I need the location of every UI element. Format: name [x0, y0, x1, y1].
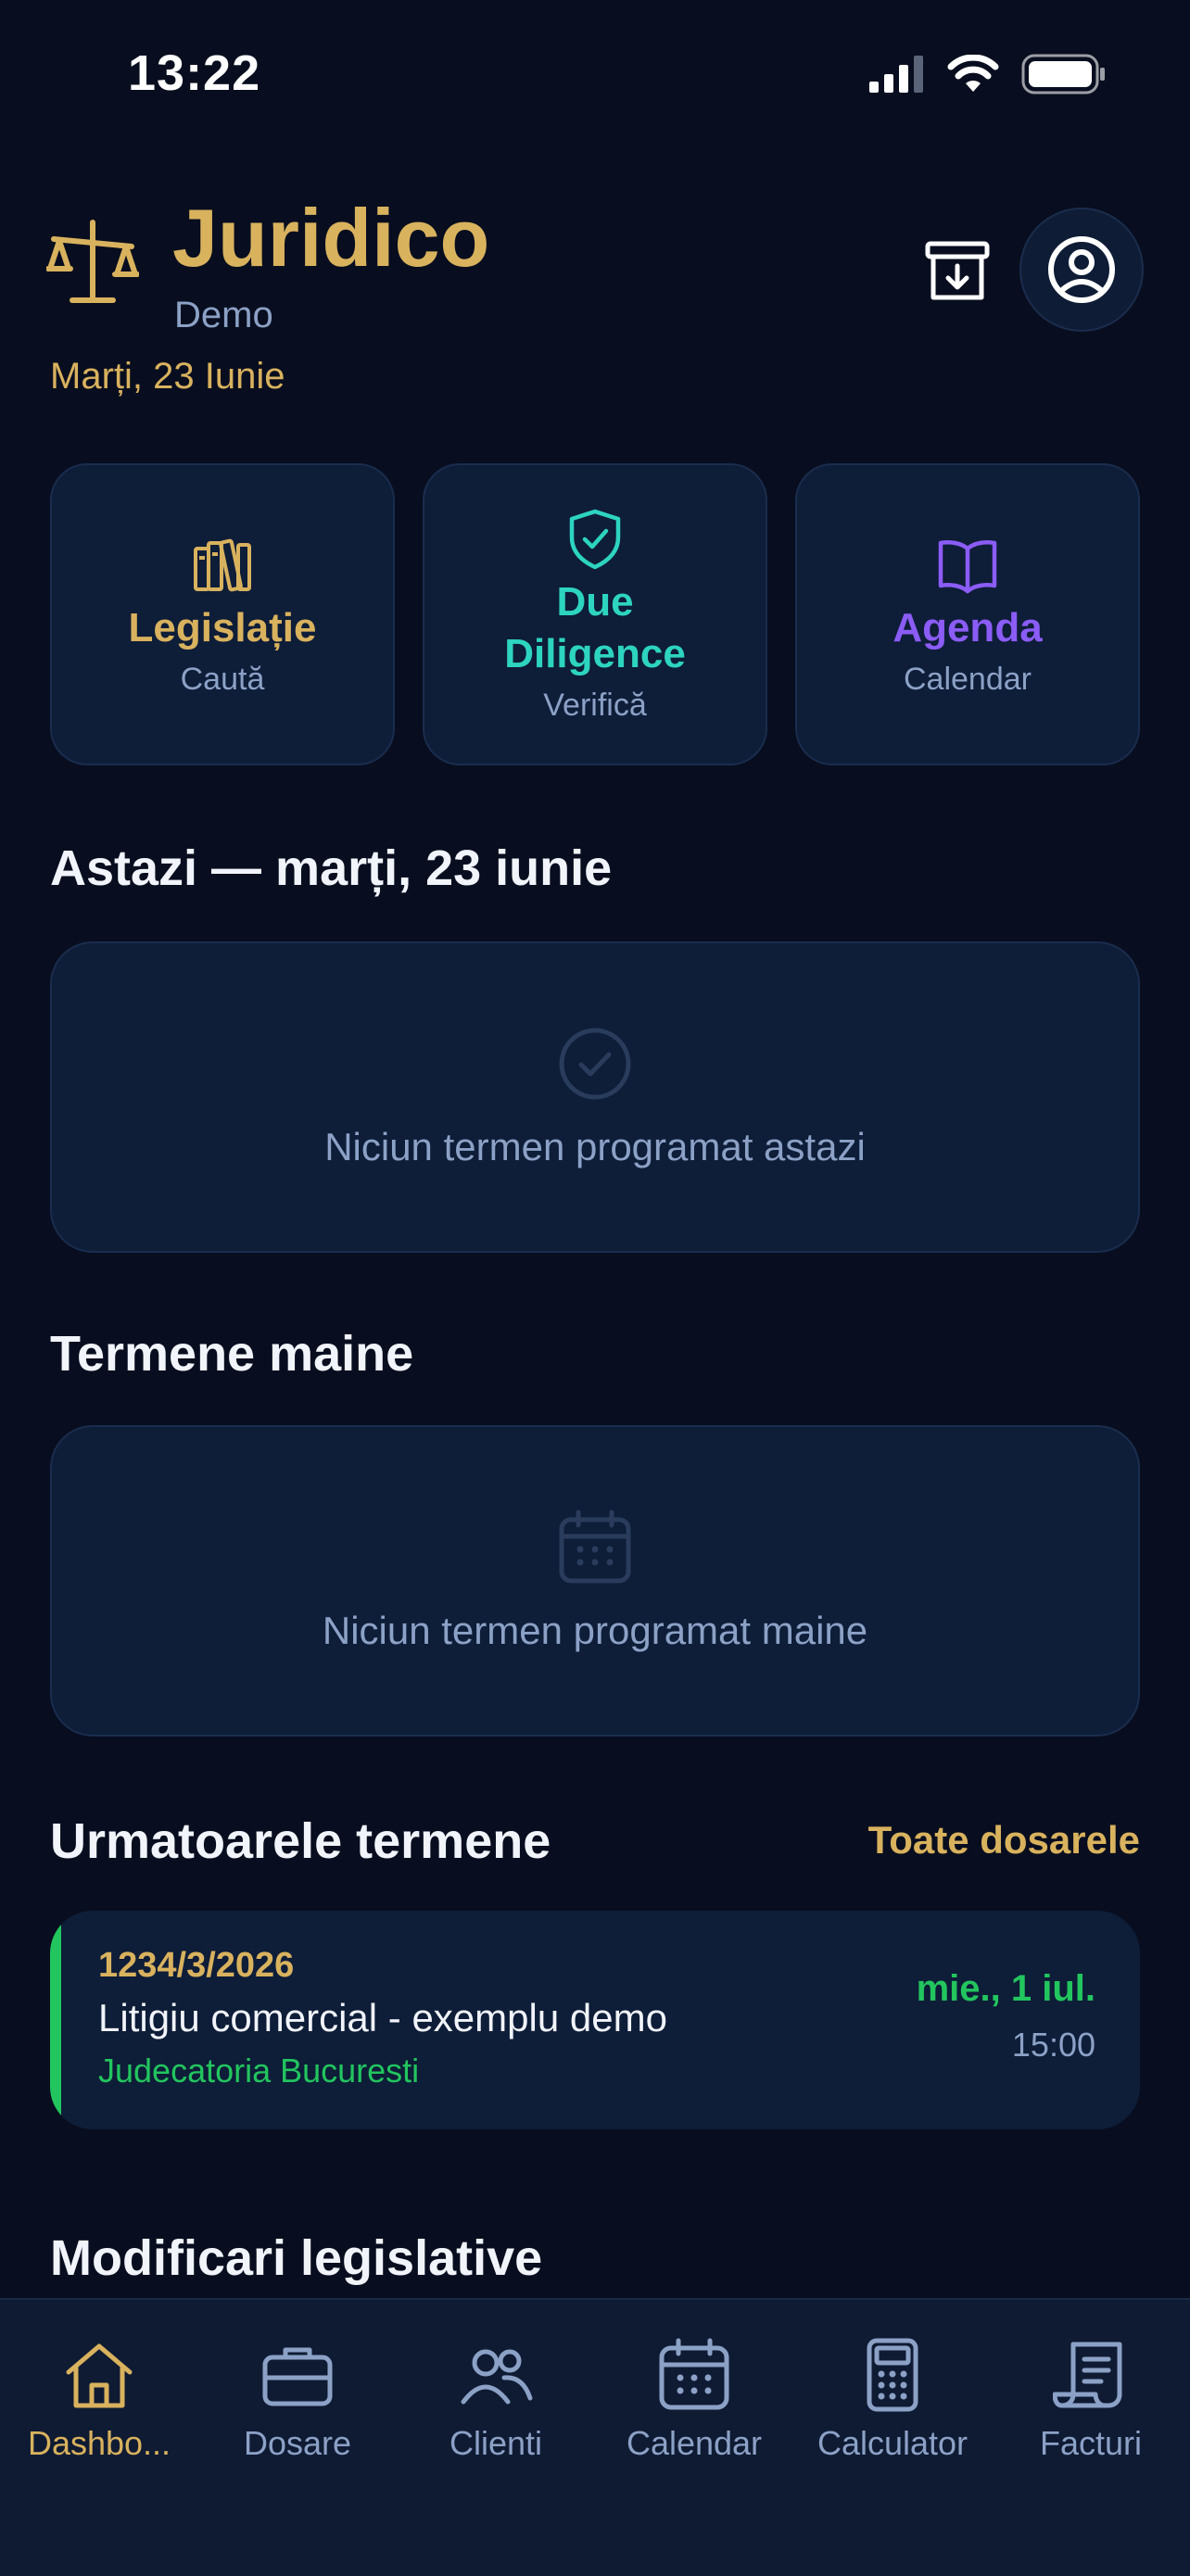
briefcase-icon — [262, 2347, 333, 2406]
tomorrow-empty-card: Niciun termen programat maine — [50, 1425, 1140, 1736]
books-icon — [194, 538, 251, 591]
case-title: Litigiu comercial - exemplu demo — [98, 1996, 667, 2039]
tab-dosare[interactable]: Dosare — [198, 2337, 397, 2463]
calendar-icon — [659, 2338, 729, 2410]
wifi-icon — [947, 55, 999, 92]
signal-icon — [869, 56, 923, 93]
upcoming-section-title: Urmatoarele termene — [50, 1813, 551, 1869]
tab-calculator[interactable]: Calculator — [793, 2337, 992, 2463]
profile-button[interactable] — [1019, 208, 1144, 332]
tab-dashboard-label: Dashbo... — [27, 2424, 171, 2462]
quick-agenda-subtitle: Calendar — [904, 661, 1032, 697]
quick-legislatie-card[interactable]: Legislație Caută — [50, 463, 395, 765]
battery-icon — [1021, 54, 1105, 95]
app-title: Juridico — [172, 192, 490, 284]
legislative-section-title: Modificari legislative — [50, 2230, 543, 2286]
quick-agenda-title: Agenda — [892, 604, 1043, 650]
quick-due-diligence-title: Due Diligence — [504, 578, 686, 676]
today-empty-text: Niciun termen programat astazi — [324, 1125, 866, 1168]
home-icon — [66, 2343, 133, 2408]
quick-due-diligence-card[interactable]: Due Diligence Verifică — [423, 463, 767, 765]
quick-due-diligence-subtitle: Verifică — [543, 687, 647, 723]
user-circle-icon — [1048, 236, 1115, 303]
status-icons — [867, 54, 1107, 95]
case-number: 1234/3/2026 — [98, 1946, 295, 1985]
tab-facturi-label: Facturi — [1039, 2424, 1143, 2462]
header-date: Marți, 23 Iunie — [50, 356, 285, 397]
calendar-icon — [559, 1509, 631, 1584]
shield-check-icon — [569, 509, 621, 569]
case-status-accent — [50, 1911, 61, 2129]
tomorrow-section-title: Termene maine — [50, 1326, 414, 1382]
scales-icon — [46, 220, 139, 303]
tab-calendar[interactable]: Calendar — [595, 2337, 793, 2463]
case-court: Judecatoria Bucuresti — [98, 2052, 420, 2090]
check-circle-icon — [559, 1028, 631, 1100]
status-time: 13:22 — [128, 45, 261, 101]
tab-calendar-label: Calendar — [626, 2424, 763, 2462]
tab-bar: Dashbo... Dosare Clienti Calendar Calcul… — [0, 2298, 1190, 2576]
tab-dashboard[interactable]: Dashbo... — [0, 2337, 198, 2463]
tab-dosare-label: Dosare — [243, 2424, 352, 2462]
receipt-icon — [1053, 2342, 1122, 2408]
tab-clienti-label: Clienti — [449, 2424, 543, 2462]
calculator-icon — [867, 2338, 918, 2412]
tab-facturi[interactable]: Facturi — [992, 2337, 1190, 2463]
tomorrow-empty-text: Niciun termen programat maine — [322, 1609, 868, 1652]
quick-legislatie-subtitle: Caută — [180, 661, 265, 697]
archive-download-icon — [925, 241, 990, 300]
users-icon — [461, 2349, 533, 2405]
tab-calculator-label: Calculator — [817, 2424, 968, 2462]
archive-download-button[interactable] — [916, 230, 999, 313]
tab-clienti[interactable]: Clienti — [397, 2337, 595, 2463]
app-subtitle: Demo — [174, 295, 273, 335]
case-date: mie., 1 iul. — [916, 1968, 1095, 2009]
upcoming-case-card[interactable]: 1234/3/2026 Litigiu comercial - exemplu … — [50, 1911, 1140, 2129]
quick-agenda-card[interactable]: Agenda Calendar — [795, 463, 1140, 765]
case-time: 15:00 — [1011, 2026, 1095, 2064]
all-cases-link[interactable]: Toate dosarele — [868, 1818, 1140, 1863]
quick-legislatie-title: Legislație — [128, 604, 317, 650]
today-section-title: Astazi — marți, 23 iunie — [50, 840, 613, 896]
today-empty-card: Niciun termen programat astazi — [50, 941, 1140, 1253]
open-book-icon — [938, 539, 997, 593]
